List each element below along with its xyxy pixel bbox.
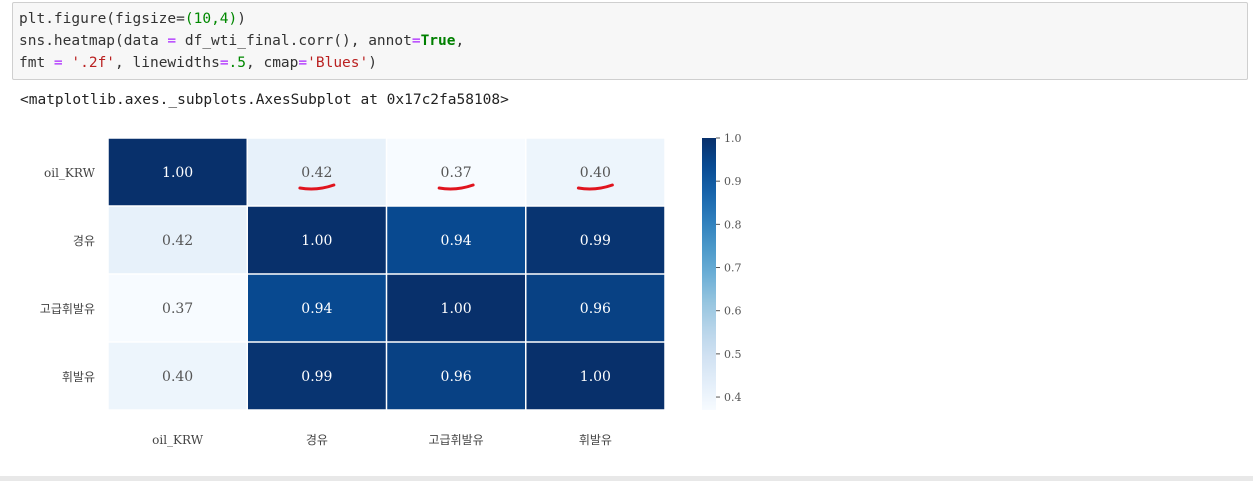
code-token: ) <box>237 11 246 27</box>
output-repr: <matplotlib.axes._subplots.AxesSubplot a… <box>20 92 509 108</box>
column-label: 경유 <box>306 433 328 447</box>
colorbar <box>702 138 716 410</box>
cell-annotation: 0.94 <box>301 301 332 317</box>
cell-divider <box>0 476 1253 481</box>
code-line-3: fmt = '.2f', linewidths=.5, cmap='Blues'… <box>19 53 377 73</box>
code-token: , linewidths <box>115 55 220 71</box>
colorbar-tick-label: 0.9 <box>724 175 742 188</box>
column-label: oil_KRW <box>152 433 204 447</box>
cell-annotation: 0.96 <box>441 369 472 385</box>
code-line-1: plt.figure(figsize=(10,4)) <box>19 9 246 29</box>
row-label: 고급휘발유 <box>40 302 95 316</box>
code-token: True <box>420 33 456 49</box>
code-token: .5 <box>228 55 247 71</box>
colorbar-tick-label: 1.0 <box>724 132 742 145</box>
code-token: 'Blues' <box>307 55 369 71</box>
code-token: sns.heatmap(data <box>19 33 168 49</box>
code-token: = <box>298 55 308 71</box>
code-token: = <box>219 55 229 71</box>
colorbar-tick-label: 0.8 <box>724 218 742 231</box>
colorbar-tick-label: 0.7 <box>724 262 742 275</box>
cell-annotation: 0.37 <box>441 165 472 181</box>
cell-annotation: 0.40 <box>162 369 193 385</box>
cell-annotation: 1.00 <box>441 301 472 317</box>
column-label: 고급휘발유 <box>429 433 484 447</box>
colorbar-tick-label: 0.6 <box>724 305 742 318</box>
code-line-2: sns.heatmap(data = df_wti_final.corr(), … <box>19 31 464 51</box>
cell-annotation: 0.99 <box>580 233 611 249</box>
cell-annotation: 1.00 <box>580 369 611 385</box>
code-token: = <box>411 33 421 49</box>
code-token: (10,4) <box>184 11 238 27</box>
code-token: = <box>167 33 177 49</box>
cell-annotation: 1.00 <box>162 165 193 181</box>
code-token: , cmap <box>246 55 299 71</box>
cell-annotation: 0.42 <box>162 233 193 249</box>
colorbar-tick-label: 0.5 <box>724 348 742 361</box>
cell-annotation: 0.42 <box>301 165 332 181</box>
cell-annotation: 0.94 <box>441 233 472 249</box>
code-token: fmt <box>19 55 54 71</box>
code-token: plt.figure(figsize= <box>19 11 185 27</box>
code-token: , <box>455 33 465 49</box>
colorbar-tick-label: 0.4 <box>724 391 742 404</box>
code-token: df_wti_final.corr(), annot <box>176 33 412 49</box>
cell-annotation: 0.96 <box>580 301 611 317</box>
cell-annotation: 0.99 <box>301 369 332 385</box>
row-label: oil_KRW <box>44 166 96 180</box>
correlation-heatmap: 1.00 0.42 0.37 0.40 0.42 1.00 0.94 0.99 0.37 0.94… <box>40 132 742 447</box>
row-label: 경유 <box>73 234 95 248</box>
code-token: '.2f' <box>71 55 116 71</box>
code-token: = <box>53 55 63 71</box>
code-cell[interactable]: plt.figure(figsize=(10,4)) sns.heatmap(d… <box>12 2 1248 80</box>
cell-annotation: 0.37 <box>162 301 193 317</box>
cell-annotation: 0.40 <box>580 165 611 181</box>
column-label: 휘발유 <box>579 433 612 447</box>
cell-annotation: 1.00 <box>301 233 332 249</box>
code-token: ) <box>368 55 377 71</box>
row-label: 휘발유 <box>62 370 95 384</box>
